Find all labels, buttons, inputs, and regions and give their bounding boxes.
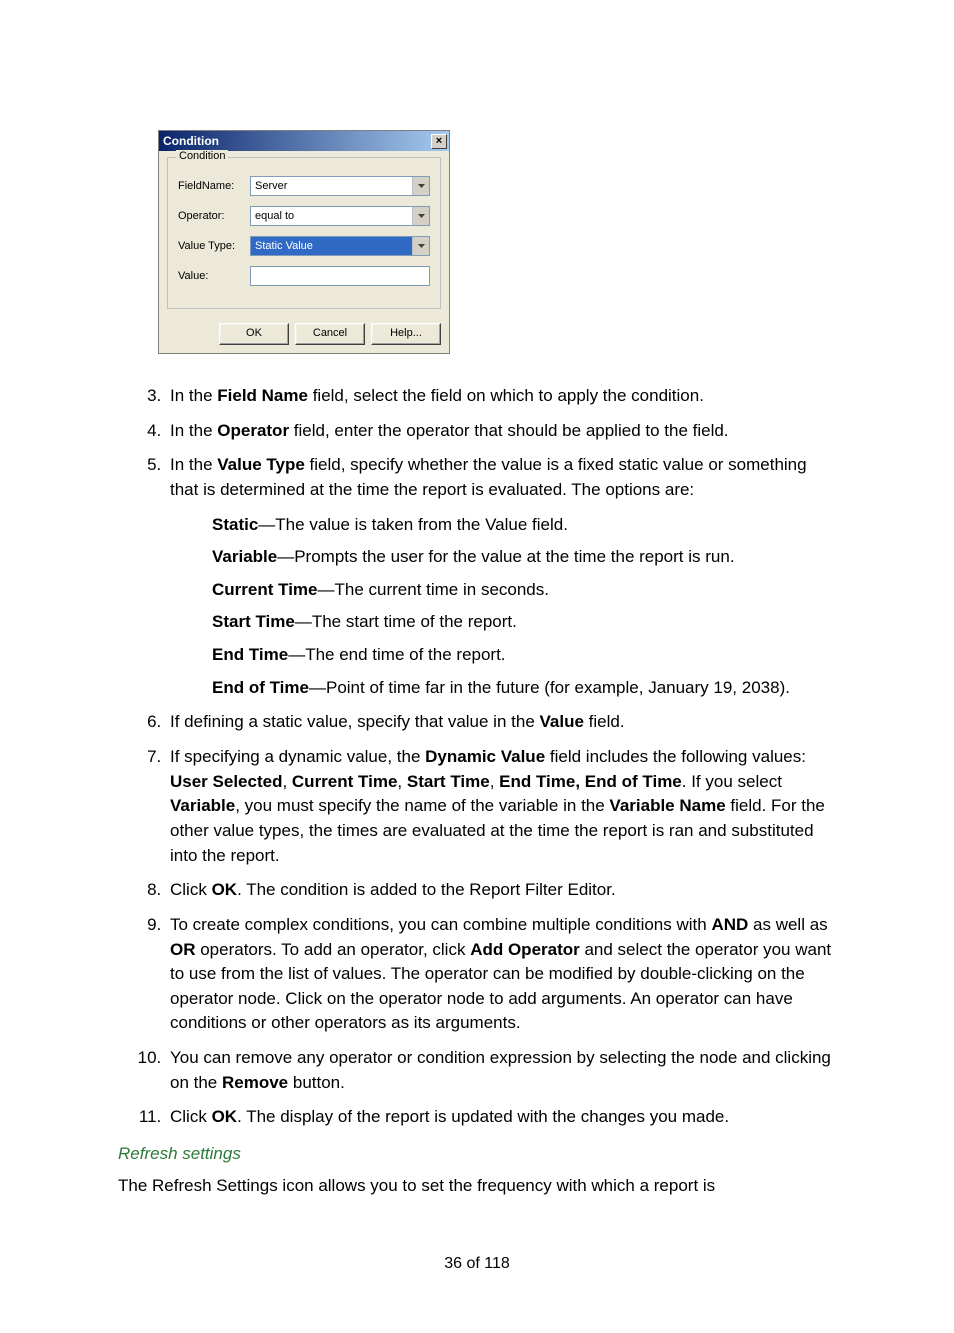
operator-combo[interactable]: equal to [250, 206, 430, 226]
row-fieldname: FieldName: Server [178, 176, 430, 196]
step-3: In the Field Name field, select the fiel… [166, 384, 836, 409]
step-11: Click OK. The display of the report is u… [166, 1105, 836, 1130]
valuetype-value: Static Value [251, 237, 412, 255]
chevron-down-icon [412, 177, 429, 195]
step-10: You can remove any operator or condition… [166, 1046, 836, 1095]
chevron-down-icon [412, 207, 429, 225]
operator-value: equal to [251, 207, 412, 225]
step-8: Click OK. The condition is added to the … [166, 878, 836, 903]
group-legend: Condition [176, 150, 228, 162]
close-icon: × [436, 135, 442, 147]
close-button[interactable]: × [431, 134, 447, 149]
cancel-button[interactable]: Cancel [295, 323, 365, 345]
operator-label: Operator: [178, 210, 250, 222]
section-heading-refresh: Refresh settings [118, 1144, 836, 1164]
chevron-down-icon [412, 237, 429, 255]
step-9: To create complex conditions, you can co… [166, 913, 836, 1036]
step-5: In the Value Type field, specify whether… [166, 453, 836, 700]
dialog-titlebar: Condition × [159, 131, 449, 151]
fieldname-label: FieldName: [178, 180, 250, 192]
valuetype-label: Value Type: [178, 240, 250, 252]
refresh-paragraph: The Refresh Settings icon allows you to … [118, 1174, 836, 1199]
ok-button[interactable]: OK [219, 323, 289, 345]
valuetype-combo[interactable]: Static Value [250, 236, 430, 256]
row-value: Value: [178, 266, 430, 286]
fieldname-combo[interactable]: Server [250, 176, 430, 196]
instruction-list: In the Field Name field, select the fiel… [118, 384, 836, 1130]
step-7: If specifying a dynamic value, the Dynam… [166, 745, 836, 868]
help-button[interactable]: Help... [371, 323, 441, 345]
step-6: If defining a static value, specify that… [166, 710, 836, 735]
row-valuetype: Value Type: Static Value [178, 236, 430, 256]
page-number: 36 of 118 [118, 1255, 836, 1273]
dialog-title: Condition [163, 134, 219, 148]
fieldname-value: Server [251, 177, 412, 195]
value-type-options: Static—The value is taken from the Value… [212, 513, 836, 701]
row-operator: Operator: equal to [178, 206, 430, 226]
dialog-buttons: OK Cancel Help... [159, 317, 449, 353]
value-label: Value: [178, 270, 250, 282]
step-4: In the Operator field, enter the operato… [166, 419, 836, 444]
value-input[interactable] [250, 266, 430, 286]
condition-dialog: Condition × Condition FieldName: Server … [158, 130, 450, 354]
condition-groupbox: Condition FieldName: Server Operator: eq… [167, 157, 441, 309]
